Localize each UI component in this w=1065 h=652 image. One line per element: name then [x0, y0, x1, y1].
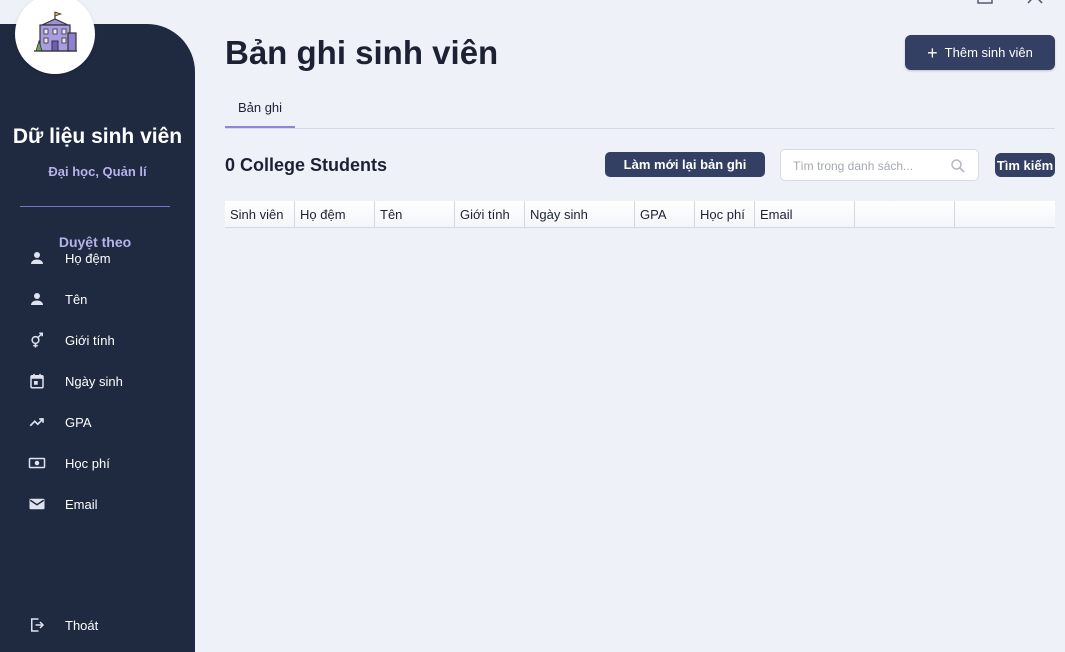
maximize-icon[interactable]	[977, 0, 993, 4]
column-header-gender[interactable]: Giới tính	[455, 201, 525, 227]
mail-icon	[28, 495, 46, 513]
sidebar-item-ngay-sinh[interactable]: Ngày sinh	[0, 365, 195, 397]
logout-icon	[28, 616, 46, 634]
column-header-tuition[interactable]: Học phí	[695, 201, 755, 227]
sidebar-item-email[interactable]: Email	[0, 488, 195, 520]
sidebar-item-ho-dem[interactable]: Họ đệm	[0, 242, 195, 274]
sidebar-item-label: Tên	[65, 291, 88, 307]
sidebar-item-hoc-phi[interactable]: Học phí	[0, 447, 195, 479]
column-header-empty[interactable]	[855, 201, 955, 227]
sidebar: Dữ liệu sinh viên Đại học, Quản lí Duyệt…	[0, 24, 195, 652]
column-header-email[interactable]: Email	[755, 201, 855, 227]
refresh-records-button[interactable]: Làm mới lại bản ghi	[605, 152, 765, 177]
sidebar-item-label: Giới tính	[65, 332, 115, 348]
column-header-birthdate[interactable]: Ngày sinh	[525, 201, 635, 227]
tab-divider	[225, 128, 1055, 129]
sidebar-item-label: Họ đệm	[65, 250, 111, 266]
calendar-icon	[28, 372, 46, 390]
sidebar-item-label: GPA	[65, 414, 92, 430]
search-box	[780, 149, 979, 181]
gender-icon	[28, 331, 46, 349]
sidebar-item-label: Ngày sinh	[65, 373, 123, 389]
search-button[interactable]: Tìm kiếm	[995, 153, 1055, 177]
add-student-label: Thêm sinh viên	[944, 45, 1033, 60]
tab-records[interactable]: Bản ghi	[225, 88, 295, 128]
sidebar-divider	[20, 206, 170, 207]
add-student-button[interactable]: + Thêm sinh viên	[905, 35, 1055, 70]
plus-icon: +	[927, 42, 938, 63]
column-header-gpa[interactable]: GPA	[635, 201, 695, 227]
record-count: 0 College Students	[225, 155, 388, 175]
trending-up-icon	[28, 413, 46, 431]
column-header-student[interactable]: Sinh viên	[225, 201, 295, 227]
sidebar-item-gioi-tinh[interactable]: Giới tính	[0, 324, 195, 356]
column-header-first-name[interactable]: Tên	[375, 201, 455, 227]
person-icon	[28, 290, 46, 308]
money-icon	[28, 454, 46, 472]
sidebar-item-gpa[interactable]: GPA	[0, 406, 195, 438]
sidebar-item-label: Email	[65, 496, 98, 512]
person-icon	[28, 249, 46, 267]
sidebar-item-ten[interactable]: Tên	[0, 283, 195, 315]
school-building-icon	[34, 11, 77, 52]
logout-label: Thoát	[65, 617, 99, 633]
logout-button[interactable]: Thoát	[0, 609, 195, 641]
column-header-empty[interactable]	[955, 201, 1055, 227]
close-icon[interactable]	[1026, 0, 1044, 6]
search-input[interactable]	[791, 156, 945, 176]
sidebar-item-label: Học phí	[65, 455, 110, 471]
sidebar-subtitle: Đại học, Quản lí	[48, 164, 147, 179]
page-title: Bản ghi sinh viên	[225, 34, 499, 71]
column-header-middle-name[interactable]: Họ đệm	[295, 201, 375, 227]
sidebar-title: Dữ liệu sinh viên	[12, 125, 183, 148]
table-header: Sinh viên Họ đệm Tên Giới tính Ngày sinh…	[225, 201, 1055, 228]
search-icon[interactable]	[949, 157, 967, 180]
